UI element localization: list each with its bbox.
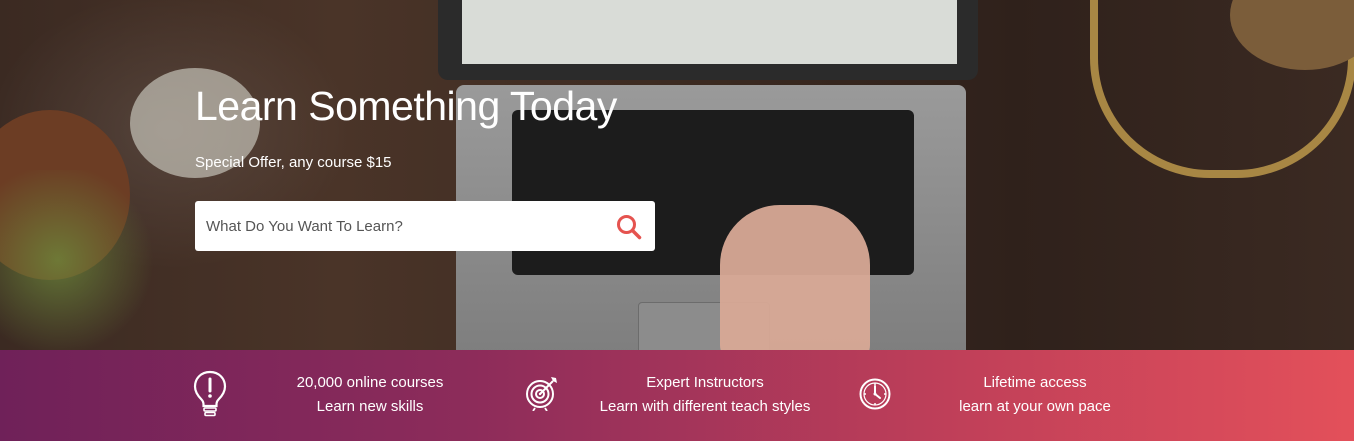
feature-2-title: Expert Instructors [646, 374, 764, 391]
hero-title: Learn Something Today [195, 83, 617, 129]
hero-subtitle: Special Offer, any course $15 [195, 154, 392, 171]
features-band: 20,000 online courses Learn new skills E… [0, 350, 1354, 441]
feature-3-text: Lifetime access learn at your own pace [935, 371, 1135, 419]
search-input[interactable] [195, 201, 595, 251]
feature-3-title: Lifetime access [983, 374, 1087, 391]
hero-section: Learn Something Today Special Offer, any… [0, 0, 1354, 350]
background-laptop-display [462, 0, 957, 64]
feature-3-icon-wrap [858, 377, 892, 416]
feature-1-subtitle: Learn new skills [316, 398, 424, 415]
feature-2-subtitle: Learn with different teach styles [599, 398, 811, 415]
clock-icon [859, 378, 891, 410]
feature-1-title: 20,000 online courses [296, 374, 444, 391]
search-button[interactable] [615, 213, 643, 241]
search-box [195, 201, 655, 251]
feature-1-icon-wrap [192, 369, 228, 424]
lightbulb-icon [193, 370, 227, 417]
feature-2-icon-wrap [525, 375, 559, 416]
feature-1-text: 20,000 online courses Learn new skills [270, 371, 470, 419]
feature-2-text: Expert Instructors Learn with different … [585, 371, 825, 419]
target-icon [526, 377, 557, 412]
hero-content: Learn Something Today Special Offer, any… [195, 84, 617, 172]
background-hand [720, 205, 870, 350]
feature-3-subtitle: learn at your own pace [959, 398, 1111, 415]
search-icon [617, 215, 642, 240]
background-plant [0, 170, 160, 350]
